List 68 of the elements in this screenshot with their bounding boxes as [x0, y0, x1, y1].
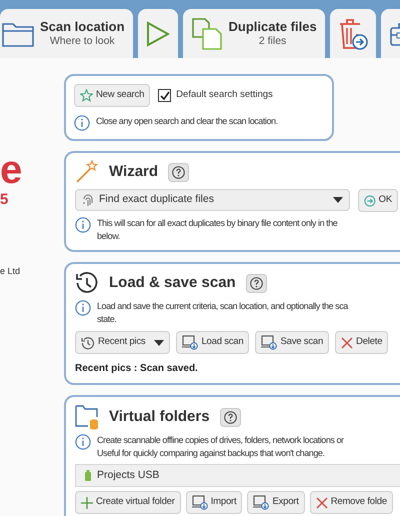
question-icon: [172, 166, 186, 178]
caret-icon: [154, 340, 164, 346]
info-text: state.: [97, 313, 118, 326]
copy-icon: [190, 16, 223, 50]
plus-icon: [81, 496, 93, 508]
info-icon: [75, 217, 91, 233]
history-icon: [75, 271, 99, 295]
folder-button[interactable]: Remove folde: [310, 491, 393, 514]
brand-version: 5: [0, 192, 8, 207]
info-icon: [74, 115, 90, 131]
computer-icon: [253, 495, 270, 510]
cross-icon: [341, 336, 354, 348]
folder-button[interactable]: Import: [186, 491, 242, 514]
info-text: Useful for quickly comparing against backups that won't change.: [97, 447, 326, 460]
info-text: below.: [97, 230, 121, 243]
folder-database-icon: [75, 404, 99, 430]
toolbar-tab[interactable]: [138, 9, 178, 58]
scan-button[interactable]: Save scan: [255, 331, 330, 354]
info-text: Load and save the current criteria, scan location, and optionally the sca: [97, 300, 348, 313]
ok-button[interactable]: OK: [358, 189, 398, 212]
tab-subtitle: 2 files: [258, 35, 286, 48]
help-button[interactable]: [220, 408, 241, 426]
fingerprint-icon: [82, 194, 94, 206]
check-icon: [160, 90, 170, 100]
toolbar-tab[interactable]: Duplicate files 2 files: [182, 9, 325, 58]
scan-button[interactable]: Recent pics: [75, 331, 170, 354]
tab-subtitle: Where to look: [50, 35, 115, 48]
play-icon: [146, 20, 170, 46]
scan-button[interactable]: Delete: [335, 331, 388, 354]
question-icon: [250, 276, 263, 290]
section-title: Virtual folders: [109, 406, 210, 427]
arrow-circle-icon: [364, 194, 376, 208]
scan-button[interactable]: Load scan: [176, 331, 250, 354]
info-text: Create scannable offline copies of drives, folders, network locations or: [97, 434, 344, 447]
info-text: This will scan for all exact duplicates by binary file content only in the: [97, 217, 338, 230]
checkbox-label: Default search settings: [176, 88, 273, 102]
computer-icon: [261, 335, 278, 350]
cross-icon: [316, 496, 328, 508]
help-button[interactable]: [168, 162, 190, 182]
computer-icon: [192, 495, 208, 510]
star-icon: [80, 89, 93, 102]
info-text: Close any open search and clear the scan location.: [96, 115, 278, 128]
company-text: e Ltd: [0, 265, 20, 278]
tab-title: Scan location: [40, 18, 125, 36]
tab-title: Duplicate files: [228, 18, 317, 36]
usb-drive-icon: [85, 470, 91, 481]
help-button[interactable]: [246, 274, 267, 292]
info-icon: [75, 300, 91, 316]
checkbox[interactable]: [158, 89, 172, 102]
virtual-folder-item[interactable]: Projects USB: [75, 464, 400, 487]
question-icon: [224, 410, 237, 424]
history-icon: [81, 336, 95, 350]
magic-wand-icon: [75, 160, 99, 184]
trash-icon: [338, 18, 368, 50]
new-search-button[interactable]: New search: [74, 84, 150, 107]
computer-icon: [182, 335, 198, 350]
folder-button[interactable]: Export: [247, 491, 305, 514]
folder-button[interactable]: Create virtual folder: [75, 491, 181, 514]
section-title: Wizard: [109, 162, 158, 182]
mode-dropdown[interactable]: Find exact duplicate files: [75, 189, 350, 211]
folder-icon: [2, 20, 34, 46]
caret-icon: [333, 197, 343, 203]
toolbar-tab[interactable]: [330, 9, 376, 58]
section-title: Load & save scan: [109, 272, 236, 293]
status-text: Recent pics : Scan saved.: [75, 362, 199, 376]
toolbar-tab[interactable]: Scan location Where to look: [0, 9, 133, 58]
brand-letter: e: [0, 150, 22, 190]
info-icon: [75, 434, 91, 450]
